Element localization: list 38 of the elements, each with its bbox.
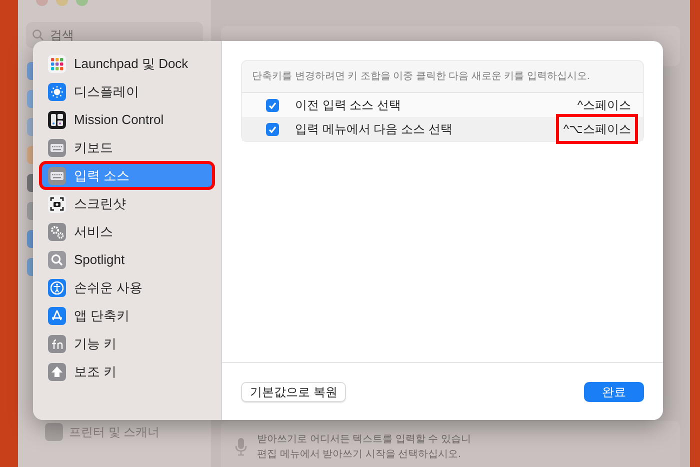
fn-key-icon [48, 334, 66, 352]
search-icon [32, 29, 44, 41]
dictation-text: 받아쓰기로 어디서든 텍스트를 입력할 수 있습니 [257, 433, 471, 447]
microphone-icon [235, 437, 247, 457]
sidebar-item[interactable]: 서비스 [41, 219, 213, 244]
shortcut-keys[interactable]: ^⌥스페이스 [559, 117, 635, 141]
sidebar-item[interactable]: 앱 단축키 [41, 303, 213, 328]
search-icon [48, 250, 66, 268]
shortcut-row[interactable]: 입력 메뉴에서 다음 소스 선택 ^⌥스페이스 [242, 117, 643, 141]
checkbox[interactable] [266, 122, 279, 136]
shortcut-keys[interactable]: ^스페이스 [573, 96, 635, 114]
app-grid-icon [48, 54, 66, 72]
sidebar-item[interactable]: Mission Control [41, 107, 213, 132]
done-button[interactable]: 완료 [584, 382, 644, 402]
camera-icon [48, 194, 66, 212]
sidebar-item[interactable]: 보조 키 [41, 359, 213, 384]
shortcut-label: 입력 메뉴에서 다음 소스 선택 [295, 121, 454, 138]
keyboard-icon [48, 138, 66, 156]
sidebar-item[interactable]: 스크린샷 [41, 191, 213, 216]
sidebar-item[interactable]: Launchpad 및 Dock [41, 51, 213, 76]
arrow-up-icon [48, 362, 66, 380]
sidebar-item[interactable]: Spotlight [41, 247, 213, 272]
checkbox[interactable] [266, 98, 279, 112]
sidebar-item[interactable]: 디스플레이 [41, 79, 213, 104]
windows-icon [48, 110, 66, 128]
dictation-text: 편집 메뉴에서 받아쓰기 시작을 선택하십시오. [257, 448, 462, 462]
restore-defaults-button[interactable]: 기본값으로 복원 [241, 382, 346, 402]
shortcut-label: 이전 입력 소스 선택 [295, 97, 402, 114]
sidebar-item[interactable]: 손쉬운 사용 [41, 275, 213, 300]
sidebar-item[interactable]: 기능 키 [41, 331, 213, 356]
gears-icon [48, 222, 66, 240]
sun-icon [48, 82, 66, 100]
settings-icon [45, 423, 63, 441]
shortcut-row[interactable]: 이전 입력 소스 선택 ^스페이스 [242, 93, 643, 117]
accessibility-icon [48, 278, 66, 296]
keyboard-icon [48, 166, 66, 184]
sidebar-item[interactable]: 키보드 [41, 135, 213, 160]
app-store-icon [48, 306, 66, 324]
